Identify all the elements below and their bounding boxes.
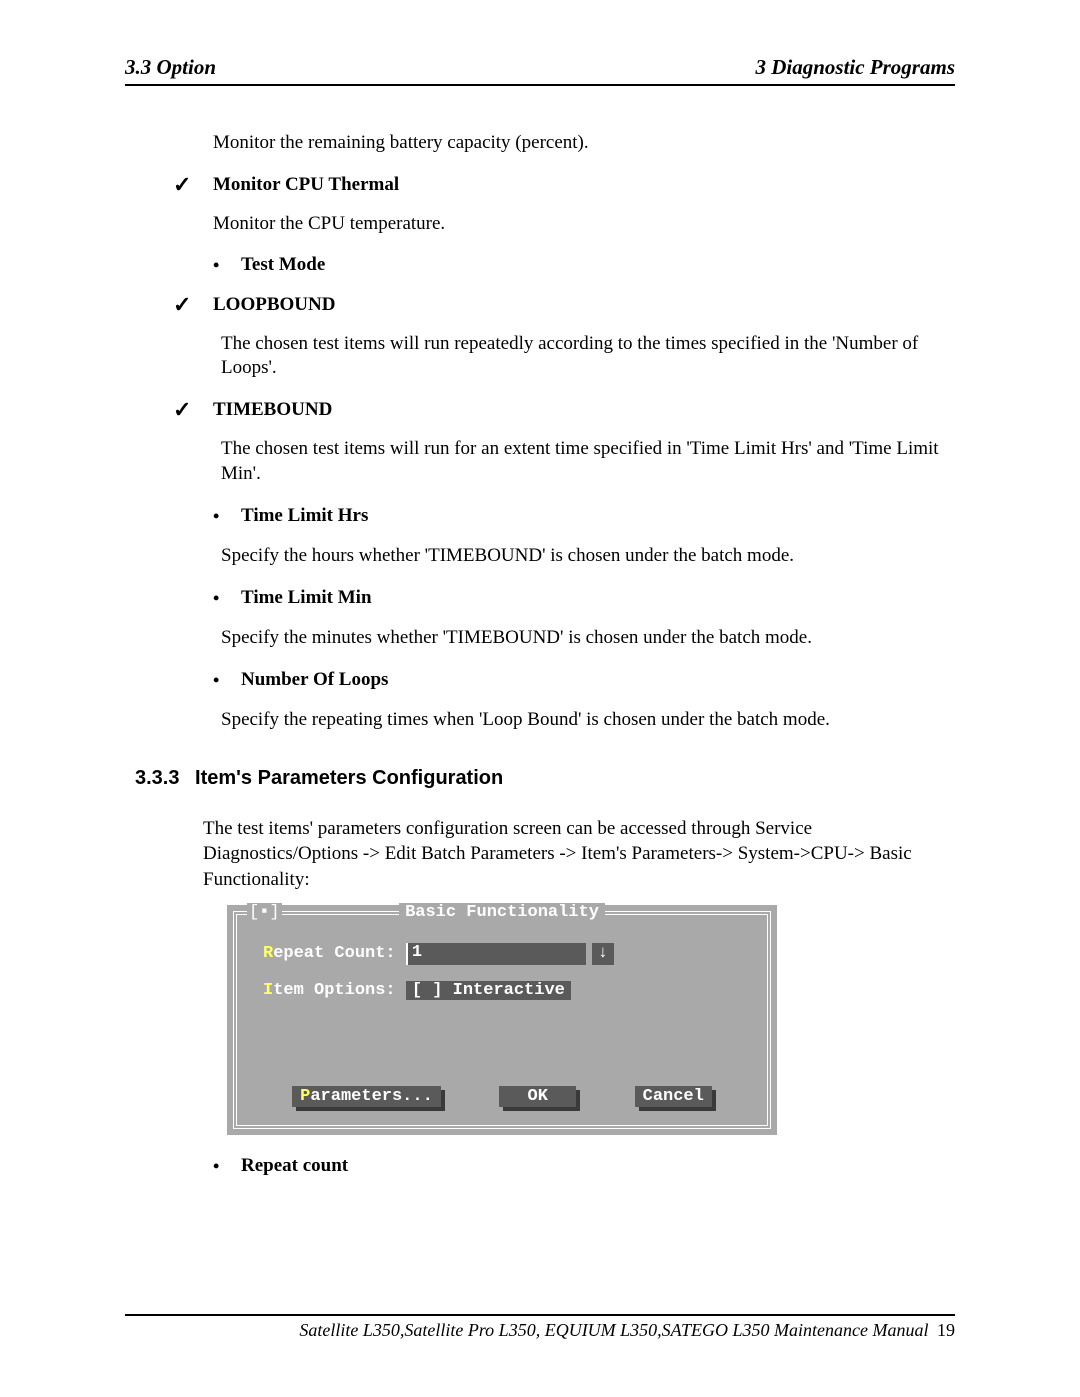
dropdown-arrow-icon[interactable]: ↓ xyxy=(592,943,614,965)
bullet-time-min: • Time Limit Min xyxy=(213,587,955,610)
bullet-label: Time Limit Min xyxy=(241,587,372,609)
time-hrs-desc: Specify the hours whether 'TIMEBOUND' is… xyxy=(221,544,955,569)
check-timebound: ✓ TIMEBOUND xyxy=(173,399,955,421)
bullet-label: Number Of Loops xyxy=(241,669,388,691)
item-options-label: Item Options: xyxy=(263,981,406,1000)
bullet-label: Time Limit Hrs xyxy=(241,505,368,527)
content: Monitor the remaining battery capacity (… xyxy=(125,86,955,1178)
bullet-label: Test Mode xyxy=(241,254,325,276)
dos-body: Repeat Count: 1 ↓ Item Options: [ ] Inte… xyxy=(237,915,767,1000)
timebound-desc: The chosen test items will run for an ex… xyxy=(221,437,955,486)
header-left: 3.3 Option xyxy=(125,55,216,80)
repeat-count-input[interactable]: 1 xyxy=(406,943,586,965)
bullet-num-loops: • Number Of Loops xyxy=(213,669,955,692)
bullet-icon: • xyxy=(213,587,241,610)
check-label: LOOPBOUND xyxy=(213,294,335,316)
page: 3.3 Option 3 Diagnostic Programs Monitor… xyxy=(0,0,1080,1397)
cpu-thermal-desc: Monitor the CPU temperature. xyxy=(213,212,955,237)
time-min-desc: Specify the minutes whether 'TIMEBOUND' … xyxy=(221,626,955,651)
loopbound-desc: The chosen test items will run repeatedl… xyxy=(221,332,955,381)
check-label: Monitor CPU Thermal xyxy=(213,174,399,196)
dos-title: Basic Functionality xyxy=(237,903,767,922)
bullet-repeat-count: • Repeat count xyxy=(213,1155,955,1178)
page-footer: Satellite L350,Satellite Pro L350, EQUIU… xyxy=(125,1314,955,1341)
num-loops-desc: Specify the repeating times when 'Loop B… xyxy=(221,708,955,733)
repeat-count-label: Repeat Count: xyxy=(263,944,406,963)
page-header: 3.3 Option 3 Diagnostic Programs xyxy=(125,55,955,86)
interactive-checkbox[interactable]: [ ] Interactive xyxy=(406,981,571,1000)
bullet-test-mode: • Test Mode xyxy=(213,254,955,277)
section-title: Item's Parameters Configuration xyxy=(195,767,503,789)
check-icon: ✓ xyxy=(173,294,213,316)
check-cpu-thermal: ✓ Monitor CPU Thermal xyxy=(173,174,955,196)
page-number: 19 xyxy=(937,1320,955,1340)
ok-button[interactable]: OK xyxy=(499,1086,576,1107)
bullet-icon: • xyxy=(213,1155,241,1178)
section-heading: 3.3.3 Item's Parameters Configuration xyxy=(135,767,955,790)
section-para: The test items' parameters configuration… xyxy=(203,816,955,893)
bullet-icon: • xyxy=(213,505,241,528)
footer-text: Satellite L350,Satellite Pro L350, EQUIU… xyxy=(299,1320,928,1340)
item-options-row: Item Options: [ ] Interactive xyxy=(263,981,741,1000)
repeat-count-row: Repeat Count: 1 ↓ xyxy=(263,943,741,965)
bullet-time-hrs: • Time Limit Hrs xyxy=(213,505,955,528)
check-loopbound: ✓ LOOPBOUND xyxy=(173,294,955,316)
bullet-icon: • xyxy=(213,254,241,277)
header-right: 3 Diagnostic Programs xyxy=(755,55,955,80)
intro-text: Monitor the remaining battery capacity (… xyxy=(213,131,955,156)
section-number: 3.3.3 xyxy=(135,767,179,789)
bullet-icon: • xyxy=(213,669,241,692)
bullet-label: Repeat count xyxy=(241,1155,348,1177)
dos-dialog: [▪] Basic Functionality Repeat Count: 1 … xyxy=(227,905,777,1135)
check-icon: ✓ xyxy=(173,399,213,421)
dos-frame: [▪] Basic Functionality Repeat Count: 1 … xyxy=(233,911,771,1129)
check-label: TIMEBOUND xyxy=(213,399,332,421)
cancel-button[interactable]: Cancel xyxy=(635,1086,712,1107)
dos-buttons: Parameters... OK Cancel xyxy=(237,1086,767,1107)
check-icon: ✓ xyxy=(173,174,213,196)
parameters-button[interactable]: Parameters... xyxy=(292,1086,441,1107)
